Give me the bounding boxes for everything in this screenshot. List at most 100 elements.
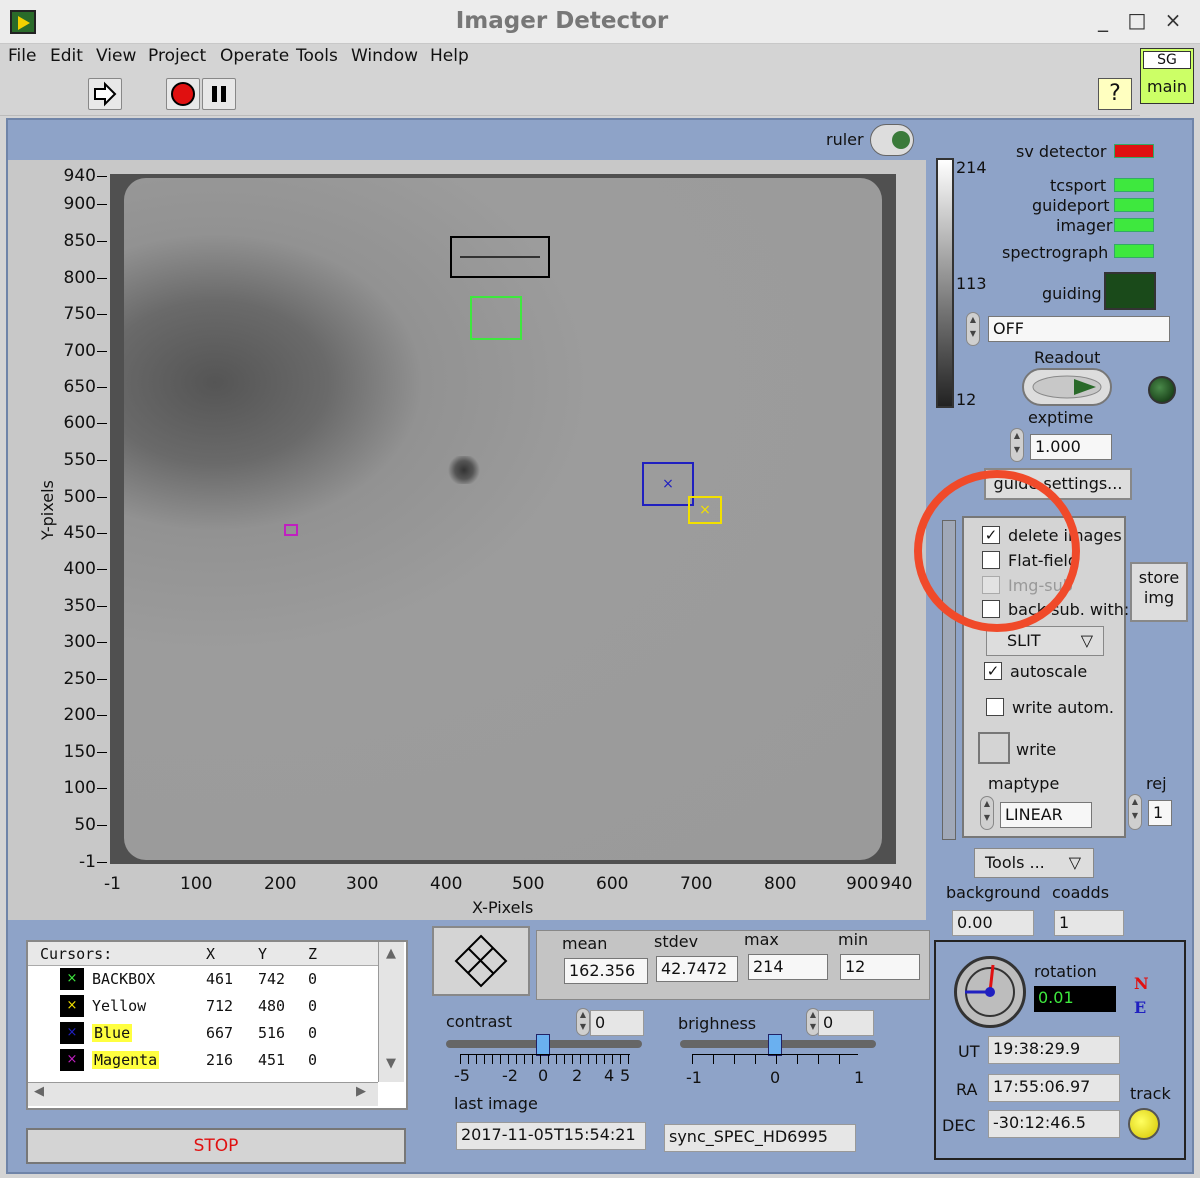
readout-button[interactable] <box>1022 368 1112 406</box>
ruler-toggle-icon <box>892 131 910 149</box>
autoscale-checkbox[interactable]: ✓ <box>984 662 1002 680</box>
cursor-color-swatch[interactable]: × <box>60 1049 84 1071</box>
yellow-cursor-box[interactable]: × <box>688 496 722 524</box>
contrast-field[interactable]: 0 <box>590 1010 644 1036</box>
menu-edit[interactable]: Edit <box>50 46 83 66</box>
maximize-button[interactable]: □ <box>1124 8 1150 36</box>
rej-spinner[interactable]: ▲ ▼ <box>1128 794 1142 830</box>
rotation-label: rotation <box>1034 962 1097 981</box>
readout-mode-field[interactable]: OFF <box>988 316 1170 342</box>
menu-window[interactable]: Window <box>351 46 418 66</box>
maptype-spinner[interactable]: ▲ ▼ <box>980 796 994 830</box>
y-axis-label: Y-pixels <box>38 480 57 540</box>
cursor-color-swatch[interactable]: × <box>60 995 84 1017</box>
cursor-list-hscrollbar[interactable] <box>28 1082 378 1106</box>
highlight-circle <box>914 470 1080 632</box>
diamond-arrows-icon <box>454 934 508 988</box>
menu-tools[interactable]: Tools <box>296 46 338 66</box>
write-autom-label: write autom. <box>1012 698 1114 717</box>
y-tick-label: 300 <box>63 632 96 652</box>
menu-help[interactable]: Help <box>430 46 469 66</box>
x-tick-label: 100 <box>180 874 213 894</box>
stop-button[interactable]: STOP <box>26 1128 406 1164</box>
x-tick-label: 300 <box>346 874 379 894</box>
menu-view[interactable]: View <box>96 46 136 66</box>
green-cursor-box[interactable] <box>470 296 522 340</box>
dec-label: DEC <box>942 1116 976 1135</box>
detector-image[interactable]: × × <box>110 174 896 864</box>
blue-cursor-box[interactable]: × <box>642 462 694 506</box>
y-tick-mark <box>97 752 107 753</box>
sunspot <box>446 456 482 484</box>
x-tick-label: 900 <box>846 874 879 894</box>
exptime-field[interactable]: 1.000 <box>1030 434 1112 460</box>
abort-button[interactable] <box>166 78 200 110</box>
coadds-field[interactable]: 1 <box>1054 910 1124 936</box>
cursor-z-cell: 0 <box>308 1051 318 1069</box>
pause-button[interactable] <box>202 78 236 110</box>
maptype-field[interactable]: LINEAR <box>1000 802 1092 828</box>
magenta-cursor-box[interactable] <box>284 524 298 536</box>
guiding-indicator <box>1104 272 1156 310</box>
store-img-button[interactable]: store img <box>1130 562 1188 622</box>
menu-operate[interactable]: Operate <box>220 46 289 66</box>
cursor-color-swatch[interactable]: × <box>60 968 84 990</box>
y-tick-label: 850 <box>63 231 96 251</box>
cursor-name-cell[interactable]: BACKBOX <box>92 970 155 988</box>
contrast-spinner[interactable]: ▲ ▼ <box>576 1008 590 1036</box>
chevron-down-icon: ▽ <box>1080 631 1093 650</box>
menu-project[interactable]: Project <box>148 46 206 66</box>
y-tick-label: 700 <box>63 341 96 361</box>
y-tick-label: 550 <box>63 450 96 470</box>
scroll-right-icon[interactable]: ▶ <box>356 1084 366 1099</box>
sg-label: SG <box>1143 51 1191 69</box>
y-tick-mark <box>97 423 107 424</box>
y-tick-label: 650 <box>63 377 96 397</box>
ut-field: 19:38:29.9 <box>988 1036 1120 1064</box>
write-button[interactable] <box>978 732 1010 764</box>
ruler-toggle[interactable] <box>870 124 914 156</box>
last-image-label: last image <box>454 1094 538 1113</box>
y-tick-mark <box>97 460 107 461</box>
cursor-name-cell[interactable]: Blue <box>92 1024 133 1042</box>
run-arrow-button[interactable] <box>88 78 122 110</box>
contrast-tick-6: 5 <box>620 1066 631 1085</box>
close-button[interactable]: × <box>1160 8 1186 36</box>
cursor-name-cell[interactable]: Yellow <box>92 997 146 1015</box>
minimize-button[interactable]: _ <box>1090 8 1116 36</box>
readout-mode-spinner[interactable]: ▲ ▼ <box>966 312 980 346</box>
tools-dropdown[interactable]: Tools ... ▽ <box>974 848 1094 878</box>
y-tick-mark <box>97 825 107 826</box>
scroll-left-icon[interactable]: ◀ <box>34 1084 44 1099</box>
brightness-field[interactable]: 0 <box>818 1010 874 1036</box>
y-tick-label: 600 <box>63 413 96 433</box>
y-tick-mark <box>97 679 107 680</box>
y-tick-mark <box>97 497 107 498</box>
y-tick-label: 250 <box>63 669 96 689</box>
cursor-color-swatch[interactable]: × <box>60 1022 84 1044</box>
y-tick-label: 150 <box>63 742 96 762</box>
scroll-down-icon[interactable]: ▼ <box>380 1056 402 1078</box>
background-field[interactable]: 0.00 <box>952 910 1034 936</box>
cursor-name-cell[interactable]: Magenta <box>92 1051 160 1069</box>
brightness-slider-thumb[interactable] <box>768 1034 782 1056</box>
exptime-spinner[interactable]: ▲ ▼ <box>1010 428 1024 462</box>
x-tick-label: -1 <box>104 874 121 894</box>
write-autom-checkbox[interactable] <box>986 698 1004 716</box>
y-tick-label: 900 <box>63 194 96 214</box>
scroll-up-icon[interactable]: ▲ <box>380 946 402 968</box>
tcsport-led <box>1114 178 1154 192</box>
cursor-move-control[interactable] <box>432 926 530 996</box>
contrast-slider-thumb[interactable] <box>536 1034 550 1056</box>
rej-field[interactable]: 1 <box>1148 800 1172 826</box>
y-tick-label: 350 <box>63 596 96 616</box>
brightness-tick-zero: 0 <box>770 1068 781 1087</box>
x-axis-label: X-Pixels <box>472 898 534 917</box>
brightness-label: brighness <box>678 1014 757 1033</box>
guideport-label: guideport <box>1032 196 1110 215</box>
context-help-button[interactable]: ? <box>1098 78 1132 110</box>
track-led[interactable] <box>1128 1108 1160 1140</box>
coadds-label: coadds <box>1052 883 1110 902</box>
y-tick-mark <box>97 862 107 863</box>
menu-file[interactable]: File <box>8 46 36 66</box>
